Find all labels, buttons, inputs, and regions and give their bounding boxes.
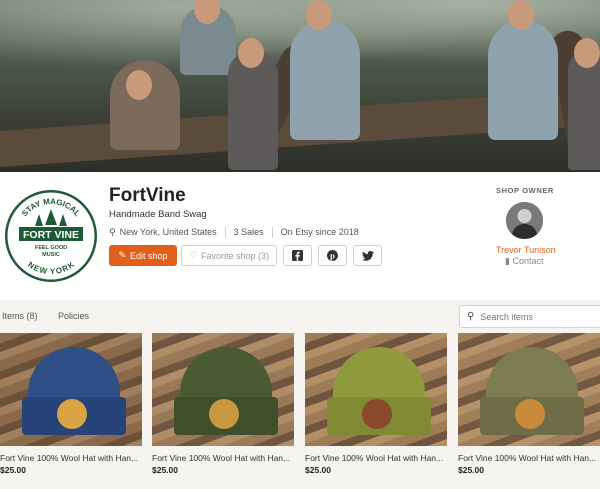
edit-shop-button[interactable]: ✎ Edit shop [109, 245, 177, 266]
message-icon: ▮ [505, 256, 510, 266]
listing-price: $25.00 [0, 465, 26, 475]
listing-title[interactable]: Fort Vine 100% Wool Hat with Han... [305, 453, 447, 463]
pencil-icon: ✎ [118, 250, 126, 260]
shop-sales[interactable]: 3 Sales [234, 227, 264, 237]
heart-icon: ♡ [188, 250, 198, 260]
pinterest-share-button[interactable]: p [318, 245, 347, 266]
meta-divider [271, 226, 273, 238]
shop-owner-label: SHOP OWNER [496, 186, 554, 195]
favorite-shop-label: Favorite shop (3) [201, 250, 270, 261]
shop-tagline: Handmade Band Swag [109, 209, 207, 220]
shop-since: On Etsy since 2018 [280, 227, 359, 237]
facebook-icon [292, 250, 303, 261]
contact-owner-link[interactable]: ▮ Contact [505, 256, 544, 267]
listing-price: $25.00 [152, 465, 178, 475]
tab-policies[interactable]: Policies [58, 311, 89, 321]
contact-label: Contact [512, 256, 544, 266]
listing-title[interactable]: Fort Vine 100% Wool Hat with Han... [152, 453, 294, 463]
tab-items[interactable]: Items (8) [2, 311, 38, 321]
owner-avatar-image [506, 202, 543, 239]
banner-person [228, 50, 278, 170]
shop-name: FortVine [109, 185, 186, 206]
listing-card[interactable] [0, 333, 142, 446]
shop-banner [0, 0, 600, 172]
banner-person [488, 20, 558, 140]
listing-photo-patch [57, 399, 87, 429]
banner-person-head [126, 70, 152, 100]
owner-avatar[interactable] [506, 202, 543, 239]
shop-logo-graphic: STAY MAGICAL NEW YORK FORT VINE FEEL GOO… [6, 191, 96, 281]
twitter-icon [361, 250, 374, 261]
banner-person-head [574, 38, 600, 68]
logo-sub-text-1: FEEL GOOD [35, 245, 67, 251]
logo-sub-text-2: MUSIC [42, 252, 60, 258]
logo-middle-text: FORT VINE [23, 229, 79, 241]
banner-person-head [306, 0, 332, 30]
banner-person-head [238, 38, 264, 68]
shop-logo[interactable]: STAY MAGICAL NEW YORK FORT VINE FEEL GOO… [5, 190, 97, 282]
pinterest-icon: p [327, 250, 338, 261]
facebook-share-button[interactable] [283, 245, 312, 266]
banner-person [290, 20, 360, 140]
listing-card[interactable] [152, 333, 294, 446]
listing-photo-patch [515, 399, 545, 429]
edit-shop-label: Edit shop [130, 250, 168, 261]
listing-title[interactable]: Fort Vine 100% Wool Hat with Han... [458, 453, 600, 463]
search-placeholder: Search items [480, 311, 533, 322]
listing-card[interactable] [458, 333, 600, 446]
owner-name-link[interactable]: Trevor Tunison [496, 245, 556, 255]
shop-meta: ⚲ New York, United States 3 Sales On Ets… [109, 226, 359, 238]
shop-location: New York, United States [119, 227, 217, 237]
twitter-share-button[interactable] [353, 245, 382, 266]
listing-card[interactable] [305, 333, 447, 446]
meta-divider [224, 226, 226, 238]
banner-person [568, 50, 600, 170]
listing-photo-patch [362, 399, 392, 429]
search-icon: ⚲ [467, 311, 475, 322]
search-items-input[interactable]: ⚲ Search items [459, 305, 600, 328]
listing-price: $25.00 [458, 465, 484, 475]
listing-title[interactable]: Fort Vine 100% Wool Hat with Han... [0, 453, 142, 463]
listing-price: $25.00 [305, 465, 331, 475]
favorite-shop-button[interactable]: ♡ Favorite shop (3) [181, 245, 277, 266]
svg-text:p: p [330, 250, 335, 260]
listing-photo-patch [209, 399, 239, 429]
location-pin-icon: ⚲ [109, 226, 116, 237]
banner-person-head [508, 0, 534, 30]
